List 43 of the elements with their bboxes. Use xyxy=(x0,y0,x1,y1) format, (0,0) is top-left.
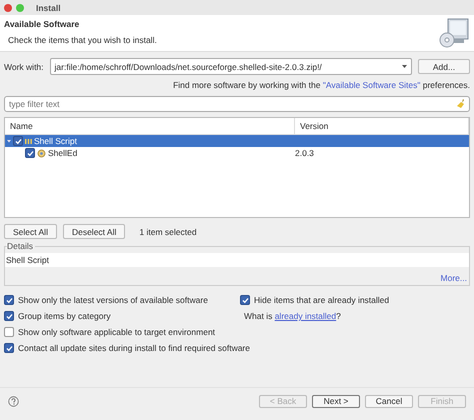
checkbox[interactable] xyxy=(4,343,14,353)
already-installed-link[interactable]: already installed xyxy=(274,311,336,321)
checkbox[interactable] xyxy=(4,327,14,337)
more-link[interactable]: More... xyxy=(440,273,469,285)
option-label: Hide items that are already installed xyxy=(254,295,390,305)
work-with-label: Work with: xyxy=(4,62,44,72)
expand-arrow-icon[interactable] xyxy=(7,139,11,143)
checkbox[interactable] xyxy=(4,295,14,305)
checkbox[interactable] xyxy=(13,136,23,146)
site-dropdown[interactable]: jar:file:/home/schroff/Downloads/net.sourceforge.shelled-site-2.0.3.zip!/ xyxy=(50,58,412,75)
option-label: Contact all update sites during install to find required software xyxy=(18,343,250,353)
tree-row[interactable]: ShellEd 2.0.3 xyxy=(5,147,469,159)
selection-button[interactable]: Select All xyxy=(4,224,57,239)
footer-button[interactable]: Cancel xyxy=(365,394,413,408)
option-label: Show only the latest versions of available software xyxy=(18,295,208,305)
add-button[interactable]: Add... xyxy=(418,59,470,74)
option-label: Group items by category xyxy=(18,311,111,321)
checkbox[interactable] xyxy=(4,311,14,321)
option-label: Show only software applicable to target environment xyxy=(18,327,216,337)
window-title: Install xyxy=(36,2,61,12)
column-header[interactable]: Version xyxy=(295,118,469,134)
column-header[interactable]: Name xyxy=(5,118,295,134)
tree-item-name: Shell Script xyxy=(34,136,77,146)
details-title: Details xyxy=(7,241,35,251)
already-installed-text: What is already installed? xyxy=(243,311,342,321)
page-title: Available Software xyxy=(4,19,80,29)
checkbox[interactable] xyxy=(25,148,35,158)
checkbox[interactable] xyxy=(240,295,250,305)
details-text: Shell Script xyxy=(5,253,469,267)
footer-button[interactable]: Next > xyxy=(312,394,360,408)
version-text: 2.0.3 xyxy=(295,148,314,158)
plugin-icon xyxy=(37,148,46,158)
filter-field[interactable]: type filter text xyxy=(4,96,470,112)
help-icon[interactable] xyxy=(8,396,19,406)
tree-row[interactable]: Shell Script xyxy=(5,135,469,147)
dropdown-arrow-icon xyxy=(402,65,407,68)
available-sites-link[interactable]: "Available Software Sites" xyxy=(322,80,420,90)
page-subtitle: Check the items that you wish to install. xyxy=(8,35,157,45)
category-icon xyxy=(25,138,32,144)
tree-item-name: ShellEd xyxy=(48,148,78,158)
selection-button[interactable]: Deselect All xyxy=(62,224,126,239)
find-more-text: Find more software by working with the "Available Software Sites" preferences. xyxy=(172,80,470,90)
selection-status: 1 item selected xyxy=(139,226,197,236)
